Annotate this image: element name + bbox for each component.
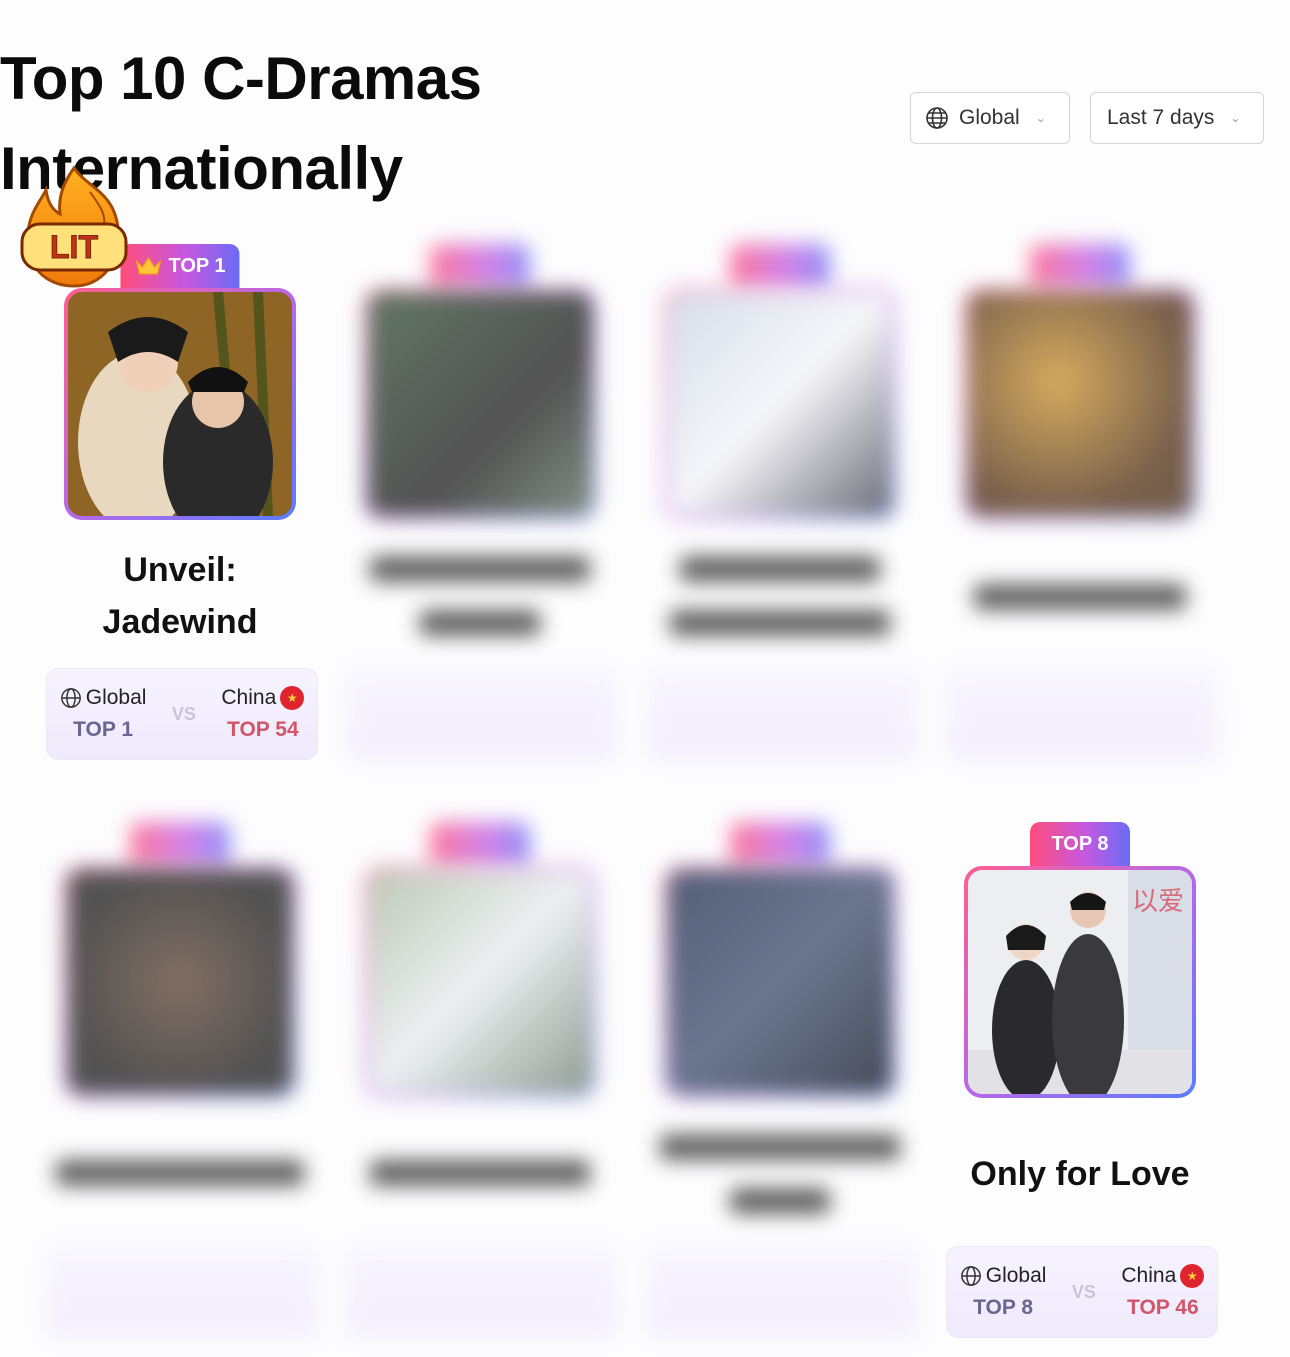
period-filter-label: Last 7 days <box>1107 106 1215 129</box>
global-label: Global <box>85 686 147 709</box>
global-rank-stat: Global TOP 1 <box>60 686 147 742</box>
rank-comparison-panel-blurred <box>46 1246 318 1338</box>
blurred-title <box>670 610 890 636</box>
fire-icon: LIT <box>20 165 128 288</box>
rank-tab <box>130 822 230 866</box>
drama-poster-blurred <box>664 866 896 1098</box>
rank-tab <box>1030 244 1130 288</box>
rank-tab <box>730 822 830 866</box>
rank-comparison-panel-blurred <box>646 668 918 760</box>
chevron-down-icon: ⌄ <box>1035 111 1046 125</box>
rank-comparison-panel-blurred <box>346 668 618 760</box>
rank-tab: TOP 8 <box>1030 822 1130 866</box>
global-rank-stat: Global TOP 8 <box>960 1264 1047 1320</box>
lit-label: LIT <box>50 229 98 265</box>
crown-icon <box>135 256 162 275</box>
rank-comparison-panel: Global TOP 1 VS China ★ TOP 54 <box>46 668 318 760</box>
china-label: China <box>1121 1264 1177 1287</box>
blurred-title <box>660 1134 900 1160</box>
rank-label: TOP 1 <box>168 254 226 277</box>
china-label: China <box>221 686 277 709</box>
rank-comparison-panel-blurred <box>946 668 1218 760</box>
globe-icon <box>926 107 948 129</box>
china-rank-stat: China ★ TOP 46 <box>1121 1264 1205 1320</box>
global-rank-value: TOP 1 <box>73 718 134 741</box>
drama-title: Only for Love <box>970 1155 1190 1193</box>
blurred-title <box>974 584 1186 610</box>
region-filter-label: Global <box>959 106 1020 129</box>
rank-tab <box>730 244 830 288</box>
poster-calligraphy: 以爱 <box>1132 887 1184 917</box>
global-rank-value: TOP 8 <box>973 1296 1034 1319</box>
rank-tab: TOP 1 <box>120 244 240 288</box>
china-rank-value: TOP 46 <box>1127 1296 1199 1319</box>
china-flag-icon: ★ <box>280 686 305 710</box>
rank-tab <box>430 244 530 288</box>
china-rank-value: TOP 54 <box>227 718 299 741</box>
rank-comparison-panel-blurred <box>646 1246 918 1338</box>
china-rank-stat: China ★ TOP 54 <box>221 686 305 742</box>
blurred-title <box>370 1160 590 1186</box>
drama-poster-blurred <box>364 288 596 520</box>
blurred-title <box>730 1188 830 1214</box>
vs-label: VS <box>171 703 196 724</box>
period-filter-dropdown[interactable]: Last 7 days ⌄ <box>1090 92 1264 144</box>
blurred-title <box>370 556 590 582</box>
drama-poster[interactable] <box>64 288 296 520</box>
vs-label: VS <box>1071 1281 1096 1302</box>
rank-tab <box>430 822 530 866</box>
drama-poster-blurred <box>364 866 596 1098</box>
poster-artwork: 以爱 <box>968 870 1192 1094</box>
drama-poster-blurred <box>964 288 1196 520</box>
drama-poster-blurred <box>64 866 296 1098</box>
blurred-title <box>420 610 540 636</box>
rank-label: TOP 8 <box>1051 832 1109 855</box>
rank-comparison-panel-blurred <box>346 1246 618 1338</box>
globe-icon <box>60 688 81 708</box>
drama-title: Unveil: Jadewind <box>102 551 258 641</box>
poster-artwork <box>68 292 292 516</box>
drama-poster[interactable]: 以爱 <box>964 866 1196 1098</box>
global-label: Global <box>985 1264 1047 1287</box>
chevron-down-icon: ⌄ <box>1230 111 1241 125</box>
blurred-title <box>56 1160 304 1186</box>
region-filter-dropdown[interactable]: Global ⌄ <box>910 92 1070 144</box>
china-flag-icon: ★ <box>1180 1264 1205 1288</box>
drama-poster-blurred <box>664 288 896 520</box>
blurred-title <box>680 556 880 582</box>
rank-comparison-panel: Global TOP 8 VS China ★ TOP 46 <box>946 1246 1218 1338</box>
globe-icon <box>960 1266 981 1286</box>
